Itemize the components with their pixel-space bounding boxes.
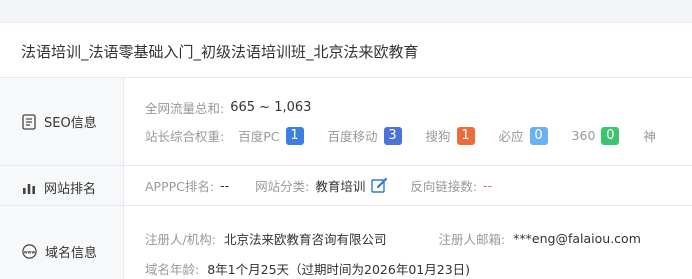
domain-label: 域名信息 (45, 246, 98, 261)
weight-360-badge[interactable]: 0 (601, 126, 620, 145)
email-value: ***eng@falaiou.com (513, 231, 641, 246)
ranking-label: 网站排名 (44, 182, 97, 197)
domain-label-cell: www 域名信息 (0, 206, 124, 279)
weight-line: 站长综合权重: 百度PC 1 百度移动 3 搜狗 1 必应 0 360 0 神 (145, 126, 656, 145)
category-value[interactable]: 教育培训 (315, 176, 365, 195)
weight-baidu-pc-name: 百度PC (238, 129, 280, 144)
weight-baidu-mobile-name: 百度移动 (327, 129, 378, 144)
seo-row: SEO信息 全网流量总和: 665 ~ 1,063 站长综合权重: 百度PC 1… (0, 77, 692, 166)
ranking-line: APPPC排名: -- 网站分类: 教育培训 反向链接数: -- (145, 176, 492, 195)
weight-bing-name: 必应 (498, 129, 524, 144)
apppc-label: APPPC排名: (145, 179, 215, 194)
seo-label-cell: SEO信息 (0, 78, 124, 166)
weight-sogou-name: 搜狗 (425, 129, 451, 144)
ranking-label-cell: 网站排名 (0, 166, 124, 206)
weight-baidu-pc-badge[interactable]: 1 (285, 126, 304, 145)
domain-row: www 域名信息 注册人/机构: 北京法来欧教育咨询有限公司 注册人邮箱: **… (0, 205, 692, 279)
site-title: 法语培训_法语零基础入门_初级法语培训班_北京法来欧教育 (21, 43, 419, 61)
document-icon (22, 113, 36, 130)
weight-shenma-name: 神 (643, 129, 656, 144)
weight-label: 站长综合权重: (145, 129, 225, 144)
svg-text:www: www (24, 249, 36, 254)
traffic-value: 665 ~ 1,063 (230, 100, 312, 115)
ranking-row: 网站排名 APPPC排名: -- 网站分类: 教育培训 反向链接数: -- (0, 165, 692, 206)
site-info-card: 法语培训_法语零基础入门_初级法语培训班_北京法来欧教育 SEO信息 全网流量总… (0, 22, 692, 279)
age-line: 域名年龄: 8年1个月25天（过期时间为2026年01月23日) (145, 259, 470, 278)
email-label: 注册人邮箱: (438, 232, 506, 247)
backlinks-label: 反向链接数: (410, 179, 478, 194)
age-label: 域名年龄: (145, 262, 200, 277)
weight-sogou-badge[interactable]: 1 (456, 126, 475, 145)
weight-360-name: 360 (571, 128, 596, 143)
traffic-label: 全网流量总和: (145, 101, 225, 116)
www-globe-icon: www (22, 244, 37, 259)
registrant-label: 注册人/机构: (145, 232, 216, 247)
registrant-value: 北京法来欧教育咨询有限公司 (223, 232, 387, 247)
edit-icon[interactable] (371, 177, 388, 194)
age-value: 8年1个月25天（过期时间为2026年01月23日) (207, 262, 471, 277)
weight-baidu-mobile-badge[interactable]: 3 (383, 126, 402, 145)
traffic-line: 全网流量总和: 665 ~ 1,063 (145, 98, 311, 117)
backlinks-value: -- (483, 178, 493, 193)
seo-label: SEO信息 (44, 116, 97, 131)
registrant-line: 注册人/机构: 北京法来欧教育咨询有限公司 注册人邮箱: ***eng@fala… (145, 229, 641, 248)
category-label: 网站分类: (255, 179, 310, 194)
bar-chart-icon (22, 181, 36, 195)
apppc-value: -- (220, 178, 230, 193)
weight-bing-badge[interactable]: 0 (529, 126, 548, 145)
